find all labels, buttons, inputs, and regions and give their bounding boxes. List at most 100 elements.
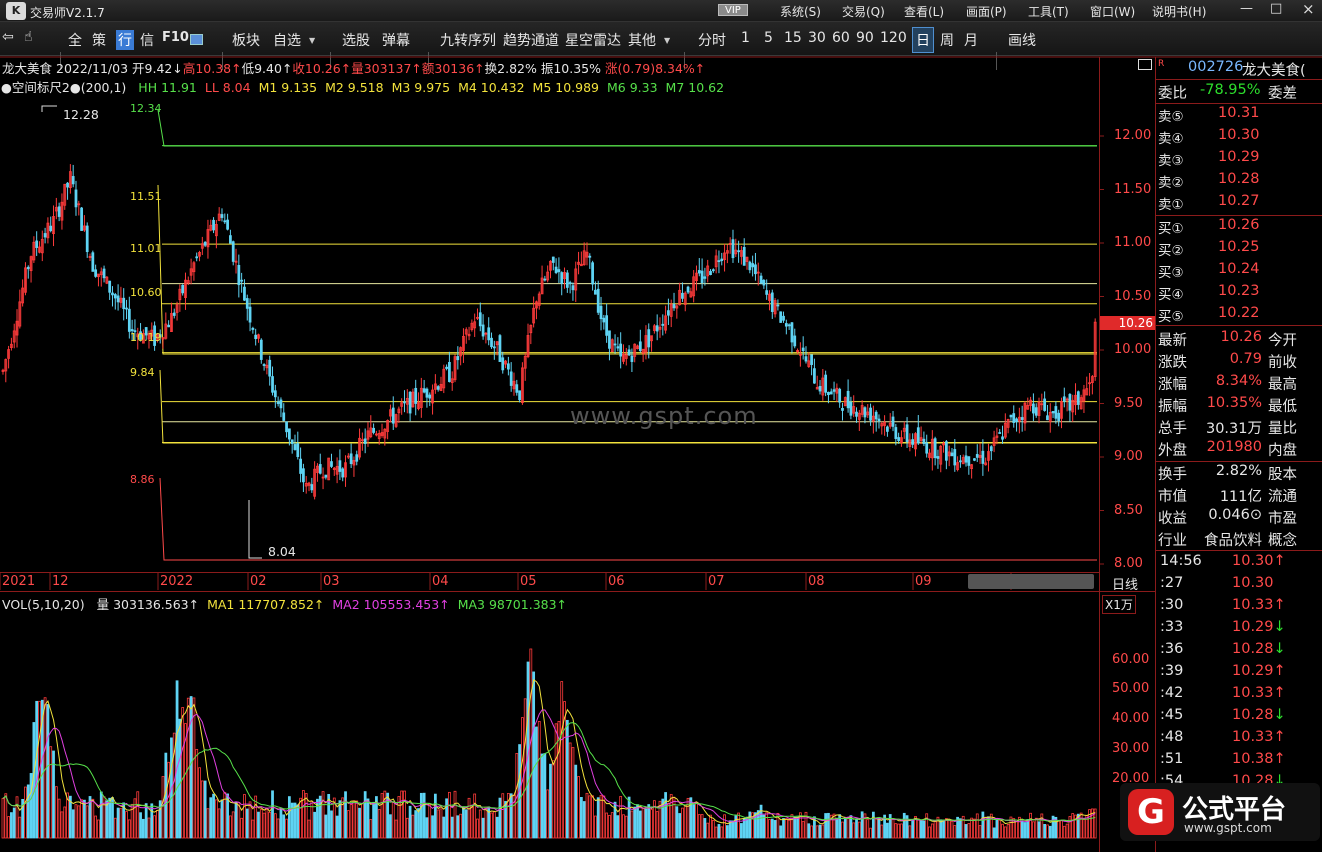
tb-info[interactable]: 信 (140, 30, 154, 50)
scrollbar-thumb[interactable] (968, 574, 1094, 589)
hand-icon[interactable]: ☝ (24, 29, 33, 45)
tb-stock-picker[interactable]: 选股 (342, 30, 370, 50)
tb-weekly[interactable]: 周 (940, 30, 954, 50)
candle (1001, 436, 1004, 440)
bid-price[interactable]: 10.22 (1218, 305, 1260, 321)
volume-bar (787, 819, 791, 839)
tb-watchlist[interactable]: 自选 (273, 30, 301, 50)
tb-danmaku[interactable]: 弹幕 (382, 30, 410, 50)
stat-value: 10.35% (1206, 395, 1262, 411)
bid-price[interactable]: 10.24 (1218, 261, 1260, 277)
tb-1min[interactable]: 1 (741, 30, 750, 46)
brand-badge: G 公式平台 www.gspt.com (1120, 783, 1320, 841)
volume-bar (723, 814, 726, 839)
tb-other[interactable]: 其他 (628, 30, 656, 50)
menu-help[interactable]: 说明书(H) (1152, 3, 1206, 20)
tb-15min[interactable]: 15 (784, 30, 802, 46)
tb-all[interactable]: 全 (68, 30, 82, 50)
candle (768, 293, 771, 301)
chevron-down-icon[interactable]: ▼ (664, 36, 670, 45)
volume-bar (4, 793, 8, 839)
tb-trend-channel[interactable]: 趋势通道 (503, 30, 559, 50)
price-tick: 9.50 (1114, 395, 1143, 411)
bid-price[interactable]: 10.25 (1218, 239, 1260, 255)
tb-90min[interactable]: 90 (856, 30, 874, 46)
candle (425, 388, 429, 398)
volume-bar (824, 813, 828, 839)
volume-bar (178, 718, 182, 839)
stat-label: 外盘 (1158, 443, 1187, 459)
tb-30min[interactable]: 30 (808, 30, 826, 46)
minimize-button[interactable]: — (1240, 1, 1253, 16)
volume-bar (186, 697, 190, 839)
back-icon[interactable]: ⇦ (2, 29, 14, 45)
candle (655, 325, 659, 332)
volume-bar (894, 823, 898, 839)
volume-bar (740, 823, 743, 839)
maximize-button[interactable]: □ (1270, 1, 1282, 16)
tb-f10[interactable]: F10 (162, 30, 189, 45)
bid-price[interactable]: 10.23 (1218, 283, 1260, 299)
menu-tools[interactable]: 工具(T) (1028, 3, 1069, 20)
tb-strategy[interactable]: 策 (92, 30, 106, 50)
candle (318, 464, 322, 474)
candle (1023, 402, 1027, 424)
volume-bar (40, 699, 44, 839)
candle (762, 279, 766, 286)
volume-bar (981, 811, 985, 839)
volume-bar (490, 812, 493, 839)
quote-amount: 额30136↑ (421, 61, 485, 76)
maximize-chart-icon[interactable] (1138, 59, 1152, 70)
menu-view[interactable]: 查看(L) (904, 3, 944, 20)
tb-monthly[interactable]: 月 (964, 30, 978, 50)
volume-bar (695, 802, 698, 839)
ask-price[interactable]: 10.30 (1218, 127, 1260, 143)
tb-120min[interactable]: 120 (880, 30, 907, 46)
ask-price[interactable]: 10.27 (1218, 193, 1260, 209)
volume-bar (476, 818, 479, 839)
candle (577, 261, 580, 265)
volume-bar (214, 799, 218, 839)
candle (377, 433, 381, 439)
tb-intraday[interactable]: 分时 (698, 30, 726, 50)
candle (568, 282, 572, 285)
volume-bar (905, 815, 909, 839)
candle (417, 402, 420, 410)
menu-trade[interactable]: 交易(Q) (842, 3, 885, 20)
candle (26, 266, 30, 270)
ask-price[interactable]: 10.28 (1218, 171, 1260, 187)
candle (254, 334, 258, 340)
indicator-name[interactable]: ●空间标尺2●(200,1) (1, 80, 126, 95)
tb-nine-turn[interactable]: 九转序列 (440, 30, 496, 50)
candle (838, 388, 842, 403)
candle (32, 241, 36, 261)
menu-screen[interactable]: 画面(P) (966, 3, 1007, 20)
bid-price[interactable]: 10.26 (1218, 217, 1260, 233)
tb-5min[interactable]: 5 (764, 30, 773, 46)
volume-bar (557, 720, 561, 839)
volume-bar (624, 815, 628, 839)
tb-quote[interactable]: 行 (116, 30, 134, 50)
ask-price[interactable]: 10.29 (1218, 149, 1260, 165)
vip-badge[interactable]: VIP (718, 4, 748, 16)
volume-bar (1034, 817, 1038, 839)
tb-star-radar[interactable]: 星空雷达 (565, 30, 621, 50)
menu-window[interactable]: 窗口(W) (1090, 3, 1135, 20)
chevron-down-icon[interactable]: ▼ (309, 36, 315, 45)
candle (987, 451, 990, 461)
tb-60min[interactable]: 60 (832, 30, 850, 46)
tb-draw-line[interactable]: 画线 (1008, 30, 1036, 50)
close-button[interactable]: × (1302, 0, 1315, 18)
tb-daily[interactable]: 日 (912, 27, 934, 53)
volume-bar (338, 800, 342, 839)
volume-bar (287, 796, 291, 839)
volume-bar (914, 816, 917, 839)
volume-indicator-name[interactable]: VOL(5,10,20) (2, 597, 85, 612)
ask-price[interactable]: 10.31 (1218, 105, 1260, 121)
candle (532, 307, 536, 324)
volume-bar (1032, 821, 1035, 839)
layout-icon[interactable] (190, 34, 203, 45)
volume-bar (641, 807, 645, 839)
tb-sector[interactable]: 板块 (232, 30, 260, 50)
menu-system[interactable]: 系统(S) (780, 3, 821, 20)
